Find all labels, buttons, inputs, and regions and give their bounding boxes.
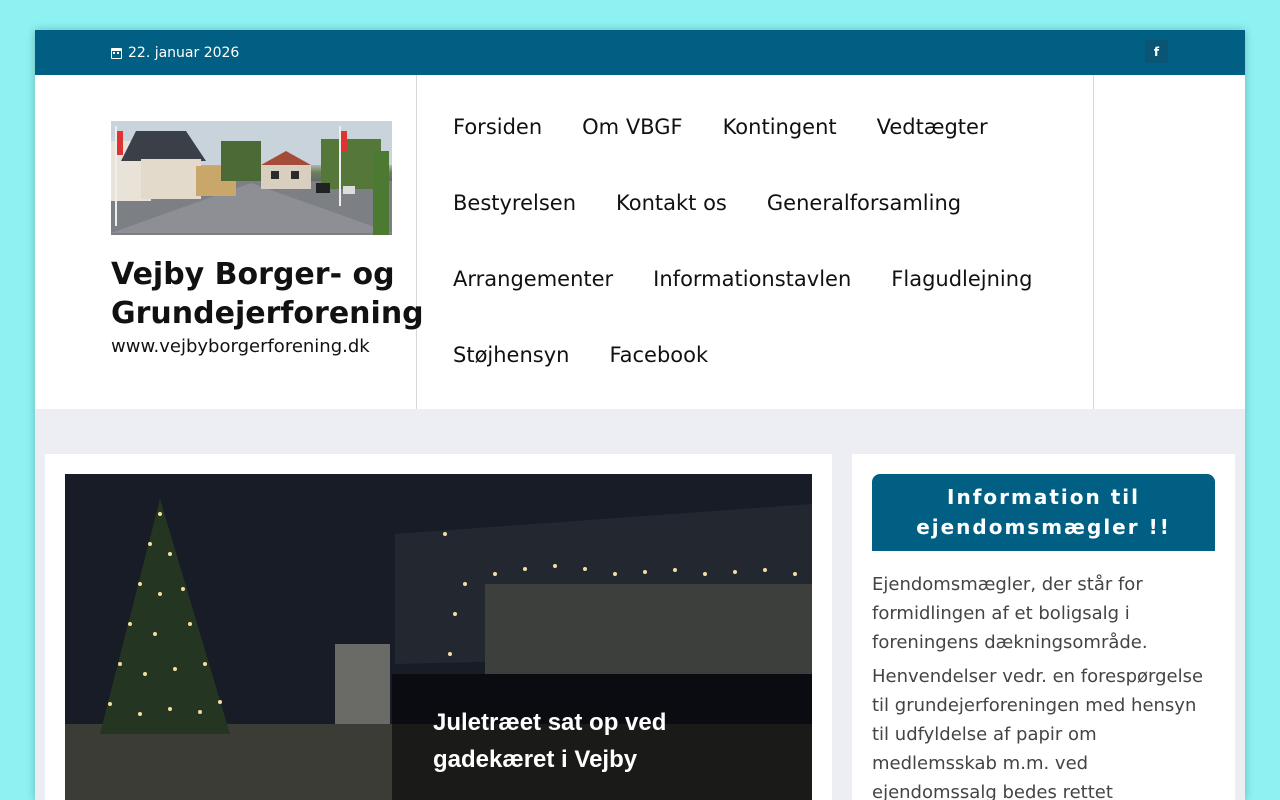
nav-item-kontakt-os[interactable]: Kontakt os: [616, 191, 727, 215]
nav-row-2: Bestyrelsen Kontakt os Generalforsamling: [453, 191, 961, 215]
top-bar: 22. januar 2026 f: [35, 30, 1245, 75]
nav-item-stojhensyn[interactable]: Støjhensyn: [453, 343, 569, 367]
widget-paragraph-2: Henvendelser vedr. en forespørgelse til …: [872, 666, 1204, 800]
facebook-icon[interactable]: f: [1145, 40, 1168, 63]
featured-post-image[interactable]: Juletræet sat op ved gadekæret i Vejby: [65, 474, 812, 800]
nav-item-arrangementer[interactable]: Arrangementer: [453, 267, 613, 291]
calendar-icon: [111, 47, 122, 59]
nav-item-forsiden[interactable]: Forsiden: [453, 115, 542, 139]
site-logo-image[interactable]: [111, 121, 392, 235]
date-text: 22. januar 2026: [128, 45, 240, 61]
nav-item-flagudlejning[interactable]: Flagudlejning: [891, 267, 1032, 291]
featured-post-title[interactable]: Juletræet sat op ved gadekæret i Vejby: [433, 704, 763, 778]
widget-paragraph-1: Ejendomsmægler, der står for formidlinge…: [872, 574, 1148, 653]
page-wrapper: 22. januar 2026 f Vejby Borger- og Grund…: [35, 30, 1245, 800]
nav-item-generalforsamling[interactable]: Generalforsamling: [767, 191, 961, 215]
nav-row-3: Arrangementer Informationstavlen Flagudl…: [453, 267, 1032, 291]
nav-item-informationstavlen[interactable]: Informationstavlen: [653, 267, 851, 291]
widget-heading: Information til ejendomsmægler !!: [872, 474, 1215, 551]
site-branding: Vejby Borger- og Grundejerforening www.v…: [35, 75, 424, 409]
nav-item-vedtaegter[interactable]: Vedtægter: [877, 115, 988, 139]
date-display: 22. januar 2026: [111, 45, 239, 61]
featured-post-card: Juletræet sat op ved gadekæret i Vejby: [45, 454, 832, 800]
nav-item-om-vbgf[interactable]: Om VBGF: [582, 115, 682, 139]
nav-row-1: Forsiden Om VBGF Kontingent Vedtægter: [453, 115, 988, 139]
site-title[interactable]: Vejby Borger- og Grundejerforening: [111, 255, 424, 333]
featured-post-caption: Juletræet sat op ved gadekæret i Vejby: [392, 674, 812, 800]
site-header: Vejby Borger- og Grundejerforening www.v…: [35, 75, 1245, 409]
nav-item-bestyrelsen[interactable]: Bestyrelsen: [453, 191, 576, 215]
main-navigation: Forsiden Om VBGF Kontingent Vedtægter Be…: [418, 75, 1094, 409]
sidebar-widget: Information til ejendomsmægler !! Ejendo…: [852, 454, 1235, 800]
nav-row-4: Støjhensyn Facebook: [453, 343, 708, 367]
nav-item-kontingent[interactable]: Kontingent: [723, 115, 837, 139]
nav-item-facebook[interactable]: Facebook: [609, 343, 708, 367]
site-url: www.vejbyborgerforening.dk: [111, 336, 370, 357]
